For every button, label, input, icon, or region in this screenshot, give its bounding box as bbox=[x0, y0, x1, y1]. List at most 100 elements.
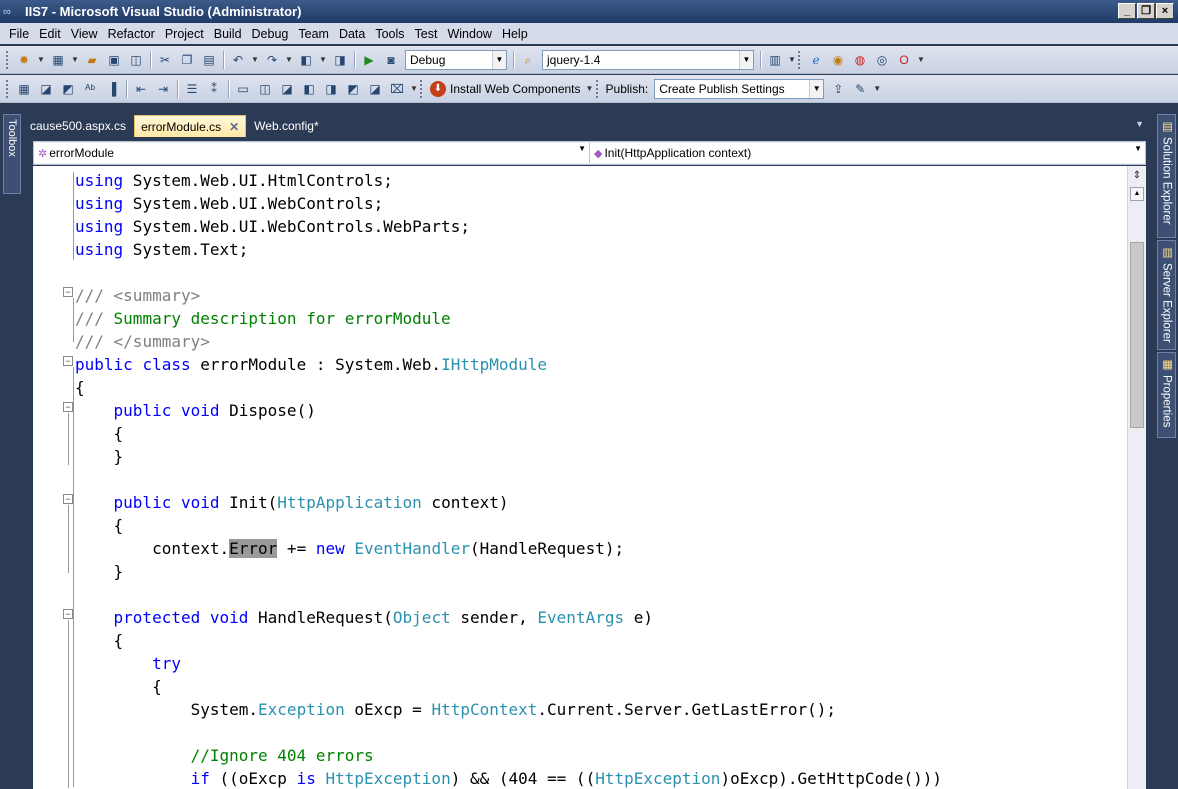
find-combo[interactable]: jquery-1.4 ▼ bbox=[542, 49, 754, 70]
chevron-down-icon[interactable]: ▼ bbox=[578, 144, 586, 153]
toolbar-grip[interactable] bbox=[6, 50, 9, 69]
collapse-init-toggle[interactable]: − bbox=[63, 494, 73, 504]
toolbar-options-icon[interactable]: ▼ bbox=[586, 80, 594, 98]
new-project-icon[interactable]: ✸ bbox=[15, 51, 33, 69]
navigate-forward-icon[interactable]: ◨ bbox=[331, 51, 349, 69]
undo-icon[interactable]: ↶ bbox=[229, 51, 247, 69]
editor-vertical-scrollbar[interactable]: ⇕ ▲ bbox=[1127, 166, 1146, 789]
menu-view[interactable]: View bbox=[66, 27, 103, 41]
chevron-down-icon[interactable]: ▼ bbox=[492, 50, 506, 69]
publish-settings-icon[interactable]: ✎ bbox=[851, 80, 869, 98]
start-debugging-icon[interactable]: ▶ bbox=[360, 51, 378, 69]
active-files-dropdown-icon[interactable]: ▼ bbox=[1135, 119, 1144, 129]
collapse-dispose-toggle[interactable]: − bbox=[63, 402, 73, 412]
chevron-down-icon[interactable]: ▼ bbox=[285, 51, 293, 69]
copy-icon[interactable]: ❐ bbox=[178, 51, 196, 69]
indent-icon[interactable]: ⇥ bbox=[154, 80, 172, 98]
toolbar-grip[interactable] bbox=[798, 50, 801, 69]
toolbar-grip[interactable] bbox=[420, 79, 423, 98]
toolbar-options-icon[interactable]: ▼ bbox=[917, 51, 925, 69]
column-icon[interactable]: ▐ bbox=[103, 80, 121, 98]
prev-bookmark-document-icon[interactable]: ◩ bbox=[344, 80, 362, 98]
internet-explorer-icon[interactable]: ℯ bbox=[807, 51, 825, 69]
chevron-down-icon[interactable]: ▼ bbox=[739, 50, 753, 69]
toolbar-grip[interactable] bbox=[595, 79, 599, 98]
toolbar-options-icon[interactable]: ▼ bbox=[873, 80, 881, 98]
attach-icon[interactable]: ◙ bbox=[382, 51, 400, 69]
chrome-icon[interactable]: ◍ bbox=[851, 51, 869, 69]
solution-explorer-tab[interactable]: ▤ Solution Explorer bbox=[1157, 114, 1176, 238]
toolbar-options-icon[interactable]: ▼ bbox=[410, 80, 418, 98]
prev-bookmark-icon[interactable]: ◫ bbox=[256, 80, 274, 98]
tab-cause500-aspx-cs[interactable]: cause500.aspx.cs bbox=[24, 115, 132, 137]
next-bookmark-folder-icon[interactable]: ◨ bbox=[322, 80, 340, 98]
chevron-down-icon[interactable]: ▼ bbox=[37, 51, 45, 69]
publish-web-icon[interactable]: ⇪ bbox=[829, 80, 847, 98]
menu-debug[interactable]: Debug bbox=[247, 27, 294, 41]
safari-icon[interactable]: ◎ bbox=[873, 51, 891, 69]
bookmark-icon[interactable]: ▭ bbox=[234, 80, 252, 98]
add-item-icon[interactable]: ▦ bbox=[49, 51, 67, 69]
toggle-design-icon[interactable]: ▦ bbox=[15, 80, 33, 98]
menu-refactor[interactable]: Refactor bbox=[103, 27, 160, 41]
code-editor[interactable]: − − − − − using System.Web.UI.HtmlContro… bbox=[33, 166, 1146, 789]
chevron-down-icon[interactable]: ▼ bbox=[809, 79, 824, 98]
solution-explorer-icon[interactable]: ▥ bbox=[766, 51, 784, 69]
publish-profile-select[interactable]: Create Publish Settings ▼ bbox=[654, 78, 825, 99]
comment-icon[interactable]: ☰ bbox=[183, 80, 201, 98]
scroll-up-icon[interactable]: ▲ bbox=[1130, 187, 1144, 201]
save-all-icon[interactable]: ◫ bbox=[127, 51, 145, 69]
open-folder-icon[interactable]: ▰ bbox=[83, 51, 101, 69]
navigate-back-icon[interactable]: ◧ bbox=[297, 51, 315, 69]
menu-test[interactable]: Test bbox=[410, 27, 443, 41]
outdent-icon[interactable]: ⇤ bbox=[132, 80, 150, 98]
spell-check-icon[interactable]: ᴬᵇ bbox=[81, 80, 99, 98]
uncomment-icon[interactable]: ⁑ bbox=[205, 80, 223, 98]
firefox-icon[interactable]: ◉ bbox=[829, 51, 847, 69]
menu-help[interactable]: Help bbox=[497, 27, 533, 41]
tab-errormodule-cs[interactable]: errorModule.cs ✕ bbox=[134, 115, 247, 137]
restore-button[interactable]: ❐ bbox=[1137, 3, 1155, 19]
chevron-down-icon[interactable]: ▼ bbox=[1134, 144, 1142, 153]
scroll-thumb[interactable] bbox=[1130, 242, 1144, 428]
chevron-down-icon[interactable]: ▼ bbox=[319, 51, 327, 69]
next-bookmark-icon[interactable]: ◪ bbox=[278, 80, 296, 98]
save-icon[interactable]: ▣ bbox=[105, 51, 123, 69]
menu-data[interactable]: Data bbox=[334, 27, 370, 41]
collapse-summary-toggle[interactable]: − bbox=[63, 287, 73, 297]
menu-team[interactable]: Team bbox=[293, 27, 334, 41]
menu-window[interactable]: Window bbox=[442, 27, 496, 41]
properties-tab[interactable]: ▦ Properties bbox=[1157, 352, 1176, 438]
menu-edit[interactable]: Edit bbox=[34, 27, 66, 41]
toolbar-grip[interactable] bbox=[6, 79, 9, 98]
redo-icon[interactable]: ↷ bbox=[263, 51, 281, 69]
next-bookmark-document-icon[interactable]: ◪ bbox=[366, 80, 384, 98]
toolbox-tab[interactable]: Toolbox bbox=[3, 114, 21, 194]
split-editor-icon[interactable]: ⇕ bbox=[1130, 169, 1144, 183]
collapse-class-toggle[interactable]: − bbox=[63, 356, 73, 366]
chevron-down-icon[interactable]: ▼ bbox=[251, 51, 259, 69]
type-select[interactable]: ✲ errorModule ▼ bbox=[34, 143, 590, 163]
close-button[interactable]: × bbox=[1156, 3, 1174, 19]
menu-build[interactable]: Build bbox=[209, 27, 247, 41]
opera-icon[interactable]: O bbox=[895, 51, 913, 69]
format-icon[interactable]: ◩ bbox=[59, 80, 77, 98]
tab-web-config[interactable]: Web.config* bbox=[248, 115, 324, 137]
menu-tools[interactable]: Tools bbox=[370, 27, 409, 41]
toolbar-options-icon[interactable]: ▼ bbox=[788, 51, 796, 69]
close-tab-icon[interactable]: ✕ bbox=[229, 120, 239, 134]
member-select[interactable]: ◆ Init(HttpApplication context) ▼ bbox=[590, 143, 1145, 163]
menu-file[interactable]: File bbox=[4, 27, 34, 41]
solution-configuration-select[interactable]: Debug ▼ bbox=[405, 49, 507, 70]
html-icon[interactable]: ◪ bbox=[37, 80, 55, 98]
menu-project[interactable]: Project bbox=[160, 27, 209, 41]
chevron-down-icon[interactable]: ▼ bbox=[71, 51, 79, 69]
cut-icon[interactable]: ✂ bbox=[156, 51, 174, 69]
paste-icon[interactable]: ▤ bbox=[200, 51, 218, 69]
server-explorer-tab[interactable]: ▥ Server Explorer bbox=[1157, 240, 1176, 350]
install-web-components-button[interactable]: ⬇ Install Web Components bbox=[430, 80, 581, 97]
find-in-files-icon[interactable]: ⌕ bbox=[519, 51, 537, 69]
prev-bookmark-folder-icon[interactable]: ◧ bbox=[300, 80, 318, 98]
clear-bookmarks-icon[interactable]: ⌧ bbox=[388, 80, 406, 98]
collapse-handlerequest-toggle[interactable]: − bbox=[63, 609, 73, 619]
